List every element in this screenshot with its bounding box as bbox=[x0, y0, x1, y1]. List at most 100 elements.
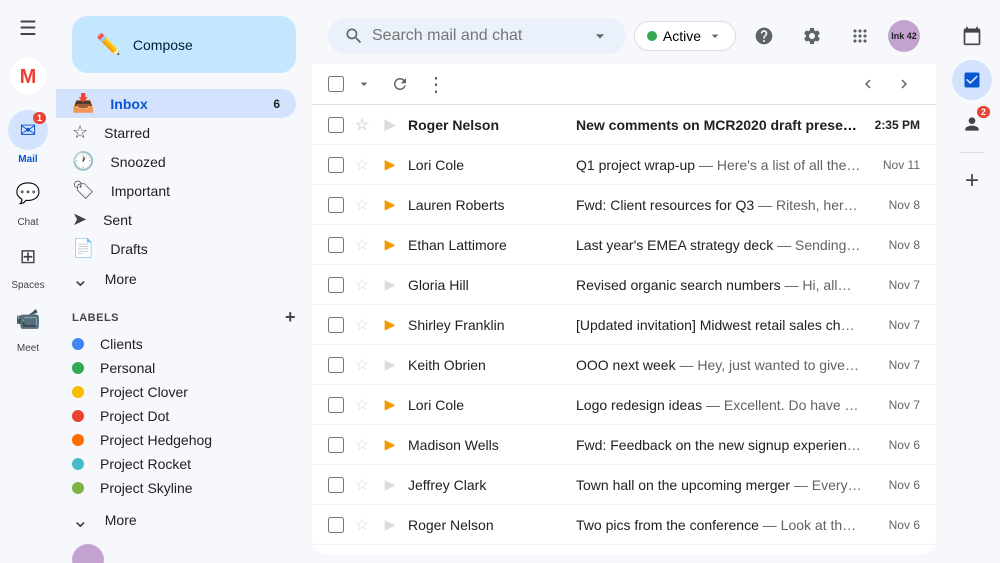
email-checkbox[interactable] bbox=[328, 277, 344, 293]
sidebar-item-important[interactable]: 🏷 Important bbox=[56, 176, 296, 205]
right-rail-tasks-icon[interactable] bbox=[952, 60, 992, 100]
select-dropdown-button[interactable] bbox=[348, 68, 380, 100]
label-clients[interactable]: Clients bbox=[56, 332, 296, 356]
spaces-rail-item[interactable]: ⊞ Spaces bbox=[8, 236, 48, 299]
email-row[interactable]: ☆ ▶ Raymond Santos [UX] Special delivery… bbox=[312, 545, 936, 555]
email-row[interactable]: ☆ ▶ Lori Cole Q1 project wrap-up — Here'… bbox=[312, 145, 936, 185]
email-important-marker[interactable]: ▶ bbox=[380, 315, 400, 335]
right-rail-add-button[interactable]: + bbox=[952, 161, 992, 201]
compose-label: Compose bbox=[133, 37, 193, 53]
email-subject: Last year's EMEA strategy deck bbox=[576, 237, 773, 253]
email-row[interactable]: ☆ ▶ Roger Nelson Two pics from the confe… bbox=[312, 505, 936, 545]
email-star[interactable]: ☆ bbox=[352, 115, 372, 135]
right-rail-calendar-icon[interactable] bbox=[952, 16, 992, 56]
email-important-marker[interactable]: ▶ bbox=[380, 435, 400, 455]
email-checkbox[interactable] bbox=[328, 237, 344, 253]
email-star[interactable]: ☆ bbox=[352, 435, 372, 455]
email-important-marker[interactable]: ▶ bbox=[380, 275, 400, 295]
sidebar-labels-more[interactable]: ⌄ More bbox=[56, 504, 296, 536]
sidebar-item-drafts[interactable]: 📄 Drafts bbox=[56, 234, 296, 263]
email-row[interactable]: ☆ ▶ Roger Nelson New comments on MCR2020… bbox=[312, 105, 936, 145]
email-important-marker[interactable]: ▶ bbox=[380, 115, 400, 135]
sidebar-item-starred[interactable]: ☆ Starred bbox=[56, 118, 296, 147]
email-row[interactable]: ☆ ▶ Ethan Lattimore Last year's EMEA str… bbox=[312, 225, 936, 265]
email-important-marker[interactable]: ▶ bbox=[380, 555, 400, 556]
email-star[interactable]: ☆ bbox=[352, 475, 372, 495]
label-project-rocket[interactable]: Project Rocket bbox=[56, 452, 296, 476]
email-important-marker[interactable]: ▶ bbox=[380, 355, 400, 375]
email-star[interactable]: ☆ bbox=[352, 395, 372, 415]
label-project-hedgehog[interactable]: Project Hedgehog bbox=[56, 428, 296, 452]
apps-button[interactable] bbox=[840, 16, 880, 56]
email-row[interactable]: ☆ ▶ Gloria Hill Revised organic search n… bbox=[312, 265, 936, 305]
email-checkbox[interactable] bbox=[328, 317, 344, 333]
prev-page-button[interactable] bbox=[852, 68, 884, 100]
sidebar-item-sent[interactable]: ➤ Sent bbox=[56, 205, 296, 234]
user-account-avatar[interactable]: Ink 42 bbox=[888, 20, 920, 52]
email-important-marker[interactable]: ▶ bbox=[380, 395, 400, 415]
email-star[interactable]: ☆ bbox=[352, 555, 372, 556]
add-label-button[interactable]: + bbox=[285, 307, 296, 328]
meet-icon[interactable]: 📹 bbox=[8, 299, 48, 339]
email-star[interactable]: ☆ bbox=[352, 515, 372, 535]
mail-icon[interactable]: ✉ 1 bbox=[8, 110, 48, 150]
user-avatar[interactable] bbox=[72, 544, 104, 563]
email-row[interactable]: ☆ ▶ Keith Obrien OOO next week — Hey, ju… bbox=[312, 345, 936, 385]
search-bar[interactable] bbox=[328, 18, 626, 54]
active-status-button[interactable]: Active bbox=[634, 21, 736, 51]
email-checkbox[interactable] bbox=[328, 477, 344, 493]
refresh-button[interactable] bbox=[384, 68, 416, 100]
email-star[interactable]: ☆ bbox=[352, 355, 372, 375]
menu-icon[interactable]: ☰ bbox=[8, 8, 48, 48]
search-input[interactable] bbox=[372, 27, 582, 45]
chat-icon[interactable]: 💬 bbox=[8, 173, 48, 213]
email-checkbox[interactable] bbox=[328, 357, 344, 373]
user-profile-area[interactable] bbox=[56, 536, 312, 563]
label-project-skyline[interactable]: Project Skyline bbox=[56, 476, 296, 500]
settings-button[interactable] bbox=[792, 16, 832, 56]
email-important-marker[interactable]: ▶ bbox=[380, 475, 400, 495]
compose-button[interactable]: ✏️ Compose bbox=[72, 16, 296, 73]
email-meta: Nov 6 bbox=[870, 518, 920, 532]
email-subject-preview: Fwd: Feedback on the new signup experien… bbox=[576, 437, 862, 453]
right-rail-contacts-icon[interactable]: 2 bbox=[952, 104, 992, 144]
email-row[interactable]: ☆ ▶ Lori Cole Logo redesign ideas — Exce… bbox=[312, 385, 936, 425]
email-checkbox[interactable] bbox=[328, 117, 344, 133]
more-options-button[interactable]: ⋮ bbox=[420, 68, 452, 100]
email-star[interactable]: ☆ bbox=[352, 275, 372, 295]
email-star[interactable]: ☆ bbox=[352, 155, 372, 175]
select-all-checkbox[interactable] bbox=[328, 76, 344, 92]
sidebar-item-snoozed[interactable]: 🕐 Snoozed bbox=[56, 147, 296, 176]
email-checkbox[interactable] bbox=[328, 437, 344, 453]
chat-rail-item[interactable]: 💬 Chat bbox=[8, 173, 48, 236]
email-checkbox[interactable] bbox=[328, 157, 344, 173]
help-button[interactable] bbox=[744, 16, 784, 56]
email-row[interactable]: ☆ ▶ Jeffrey Clark Town hall on the upcom… bbox=[312, 465, 936, 505]
label-personal[interactable]: Personal bbox=[56, 356, 296, 380]
label-project-dot[interactable]: Project Dot bbox=[56, 404, 296, 428]
email-sender: Roger Nelson bbox=[408, 517, 568, 533]
email-checkbox[interactable] bbox=[328, 197, 344, 213]
email-star[interactable]: ☆ bbox=[352, 235, 372, 255]
email-important-marker[interactable]: ▶ bbox=[380, 195, 400, 215]
sidebar-item-more[interactable]: ⌄ More bbox=[56, 263, 296, 295]
search-dropdown-icon[interactable] bbox=[590, 26, 610, 46]
sidebar-item-inbox[interactable]: 📥 Inbox 6 bbox=[56, 89, 296, 118]
email-checkbox[interactable] bbox=[328, 517, 344, 533]
email-star[interactable]: ☆ bbox=[352, 195, 372, 215]
email-row[interactable]: ☆ ▶ Shirley Franklin [Updated invitation… bbox=[312, 305, 936, 345]
email-important-marker[interactable]: ▶ bbox=[380, 515, 400, 535]
mail-rail-item[interactable]: ✉ 1 Mail bbox=[8, 110, 48, 173]
email-row[interactable]: ☆ ▶ Madison Wells Fwd: Feedback on the n… bbox=[312, 425, 936, 465]
meet-rail-item[interactable]: 📹 Meet bbox=[8, 299, 48, 362]
email-star[interactable]: ☆ bbox=[352, 315, 372, 335]
next-page-button[interactable] bbox=[888, 68, 920, 100]
email-sender: Keith Obrien bbox=[408, 357, 568, 373]
spaces-icon[interactable]: ⊞ bbox=[8, 236, 48, 276]
email-row[interactable]: ☆ ▶ Lauren Roberts Fwd: Client resources… bbox=[312, 185, 936, 225]
menu-rail-item[interactable]: ☰ bbox=[8, 8, 48, 50]
label-project-clover[interactable]: Project Clover bbox=[56, 380, 296, 404]
email-important-marker[interactable]: ▶ bbox=[380, 155, 400, 175]
email-checkbox[interactable] bbox=[328, 397, 344, 413]
email-important-marker[interactable]: ▶ bbox=[380, 235, 400, 255]
